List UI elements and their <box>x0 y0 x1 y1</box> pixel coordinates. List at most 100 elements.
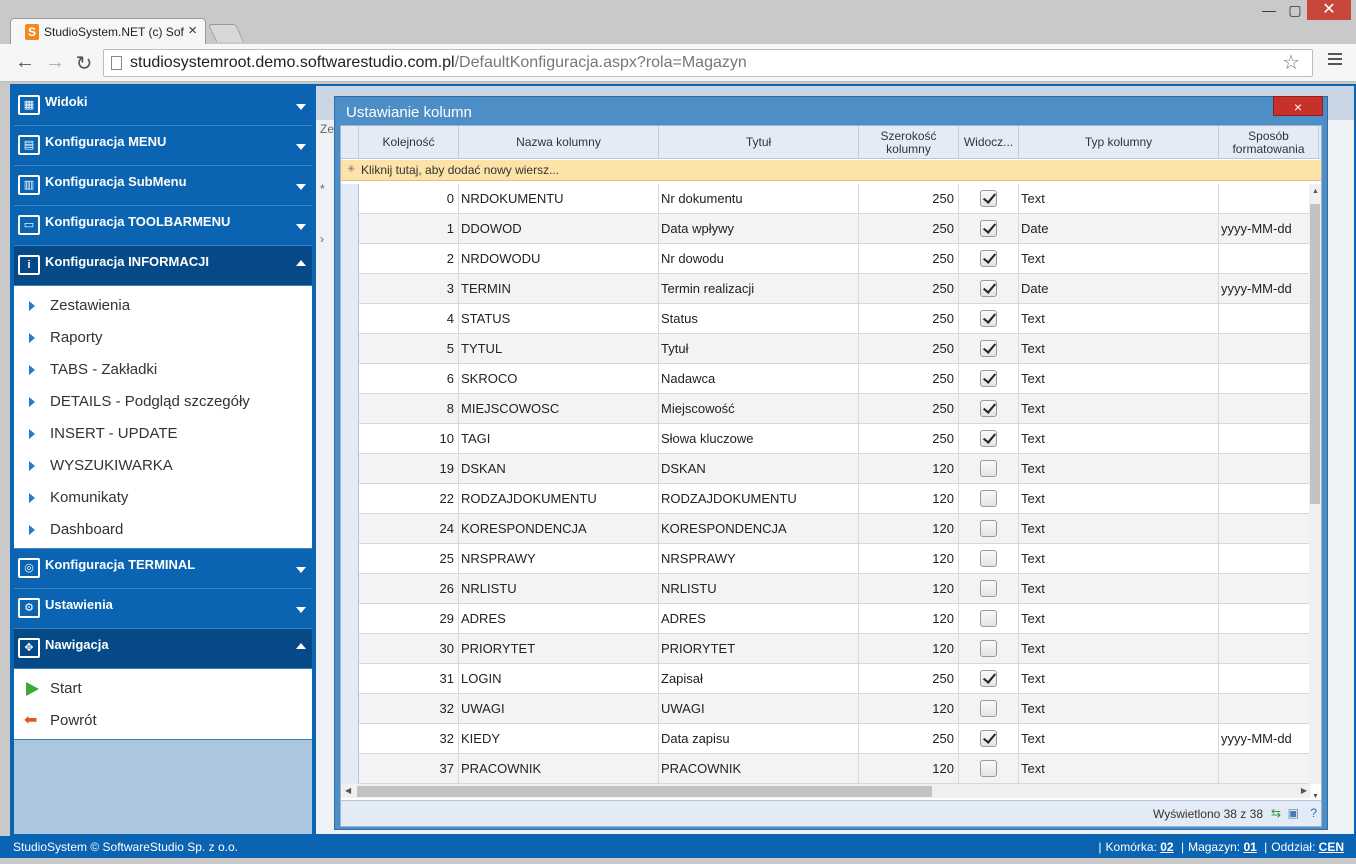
komorka-value[interactable]: 02 <box>1160 840 1173 854</box>
cell-sposob-formatowania[interactable] <box>1219 574 1319 604</box>
table-row[interactable]: 6 SKROCO Nadawca 250 Text <box>341 364 1319 394</box>
cell-typ-kolumny[interactable]: Text <box>1019 244 1219 274</box>
cell-sposob-formatowania[interactable] <box>1219 634 1319 664</box>
row-selector[interactable] <box>341 394 359 424</box>
export-icon[interactable]: ▣ <box>1288 806 1299 820</box>
cell-nazwa-kolumny[interactable]: PRACOWNIK <box>459 754 659 784</box>
horizontal-scroll-thumb[interactable] <box>357 786 932 797</box>
row-selector[interactable] <box>341 664 359 694</box>
visible-checkbox[interactable] <box>980 460 997 477</box>
cell-nazwa-kolumny[interactable]: PRIORYTET <box>459 634 659 664</box>
table-row[interactable]: 22 RODZAJDOKUMENTU RODZAJDOKUMENTU 120 Text <box>341 484 1319 514</box>
row-selector[interactable] <box>341 694 359 724</box>
cell-kolejnosc[interactable]: 26 <box>359 574 459 604</box>
cell-kolejnosc[interactable]: 37 <box>359 754 459 784</box>
scroll-down-icon[interactable]: ▼ <box>1312 793 1319 800</box>
cell-kolejnosc[interactable]: 19 <box>359 454 459 484</box>
table-row[interactable]: 0 NRDOKUMENTU Nr dokumentu 250 Text <box>341 184 1319 214</box>
cell-kolejnosc[interactable]: 22 <box>359 484 459 514</box>
cell-typ-kolumny[interactable]: Text <box>1019 544 1219 574</box>
sidebar-item-details[interactable]: DETAILS - Podgląd szczegóły <box>14 386 312 418</box>
browser-menu-icon[interactable] <box>1328 53 1342 68</box>
cell-typ-kolumny[interactable]: Date <box>1019 274 1219 304</box>
cell-nazwa-kolumny[interactable]: TAGI <box>459 424 659 454</box>
table-row[interactable]: 5 TYTUL Tytuł 250 Text <box>341 334 1319 364</box>
cell-typ-kolumny[interactable]: Text <box>1019 574 1219 604</box>
cell-szerokosc[interactable]: 120 <box>859 454 959 484</box>
cell-kolejnosc[interactable]: 5 <box>359 334 459 364</box>
cell-nazwa-kolumny[interactable]: LOGIN <box>459 664 659 694</box>
visible-checkbox[interactable] <box>980 760 997 777</box>
cell-typ-kolumny[interactable]: Text <box>1019 364 1219 394</box>
visible-checkbox[interactable] <box>980 580 997 597</box>
cell-kolejnosc[interactable]: 30 <box>359 634 459 664</box>
cell-szerokosc[interactable]: 250 <box>859 274 959 304</box>
cell-nazwa-kolumny[interactable]: ADRES <box>459 604 659 634</box>
cell-kolejnosc[interactable]: 2 <box>359 244 459 274</box>
cell-kolejnosc[interactable]: 29 <box>359 604 459 634</box>
cell-szerokosc[interactable]: 250 <box>859 304 959 334</box>
cell-szerokosc[interactable]: 250 <box>859 424 959 454</box>
help-icon[interactable]: ? <box>1310 806 1317 820</box>
cell-typ-kolumny[interactable]: Text <box>1019 754 1219 784</box>
cell-tytul[interactable]: NRSPRAWY <box>659 544 859 574</box>
cell-tytul[interactable]: Nr dowodu <box>659 244 859 274</box>
cell-szerokosc[interactable]: 120 <box>859 604 959 634</box>
header-nazwa-kolumny[interactable]: Nazwa kolumny <box>459 126 659 159</box>
row-selector[interactable] <box>341 364 359 394</box>
cell-typ-kolumny[interactable]: Text <box>1019 394 1219 424</box>
header-kolejnosc[interactable]: Kolejność <box>359 126 459 159</box>
scroll-up-icon[interactable]: ▲ <box>1312 188 1319 195</box>
table-row[interactable]: 29 ADRES ADRES 120 Text <box>341 604 1319 634</box>
cell-nazwa-kolumny[interactable]: NRDOWODU <box>459 244 659 274</box>
cell-szerokosc[interactable]: 250 <box>859 244 959 274</box>
visible-checkbox[interactable] <box>980 670 997 687</box>
back-icon[interactable]: ← <box>14 51 36 74</box>
table-row[interactable]: 30 PRIORYTET PRIORYTET 120 Text <box>341 634 1319 664</box>
cell-typ-kolumny[interactable]: Text <box>1019 634 1219 664</box>
row-selector[interactable] <box>341 544 359 574</box>
cell-sposob-formatowania[interactable] <box>1219 394 1319 424</box>
cell-nazwa-kolumny[interactable]: STATUS <box>459 304 659 334</box>
header-sposob-formatowania[interactable]: Sposób formatowania <box>1219 126 1319 159</box>
table-row[interactable]: 10 TAGI Słowa kluczowe 250 Text <box>341 424 1319 454</box>
cell-kolejnosc[interactable]: 3 <box>359 274 459 304</box>
cell-sposob-formatowania[interactable] <box>1219 544 1319 574</box>
cell-typ-kolumny[interactable]: Text <box>1019 664 1219 694</box>
row-selector[interactable] <box>341 484 359 514</box>
sidebar-item-raporty[interactable]: Raporty <box>14 322 312 354</box>
row-selector[interactable] <box>341 304 359 334</box>
cell-kolejnosc[interactable]: 24 <box>359 514 459 544</box>
maximize-icon[interactable]: ▢ <box>1282 2 1308 19</box>
cell-szerokosc[interactable]: 250 <box>859 724 959 754</box>
cell-tytul[interactable]: Słowa kluczowe <box>659 424 859 454</box>
window-close-icon[interactable]: ✕ <box>1307 0 1351 20</box>
cell-typ-kolumny[interactable]: Date <box>1019 214 1219 244</box>
cell-kolejnosc[interactable]: 31 <box>359 664 459 694</box>
table-row[interactable]: 37 PRACOWNIK PRACOWNIK 120 Text <box>341 754 1319 784</box>
visible-checkbox[interactable] <box>980 550 997 567</box>
scroll-left-icon[interactable]: ◀ <box>345 786 351 795</box>
sidebar-section-konfiguracja-submenu[interactable]: ▥ Konfiguracja SubMenu <box>14 166 312 206</box>
cell-nazwa-kolumny[interactable]: DSKAN <box>459 454 659 484</box>
visible-checkbox[interactable] <box>980 610 997 627</box>
cell-nazwa-kolumny[interactable]: KORESPONDENCJA <box>459 514 659 544</box>
table-row[interactable]: 32 UWAGI UWAGI 120 Text <box>341 694 1319 724</box>
table-row[interactable]: 31 LOGIN Zapisał 250 Text <box>341 664 1319 694</box>
cell-szerokosc[interactable]: 120 <box>859 484 959 514</box>
visible-checkbox[interactable] <box>980 190 997 207</box>
cell-nazwa-kolumny[interactable]: TERMIN <box>459 274 659 304</box>
cell-tytul[interactable]: Termin realizacji <box>659 274 859 304</box>
table-row[interactable]: 19 DSKAN DSKAN 120 Text <box>341 454 1319 484</box>
cell-typ-kolumny[interactable]: Text <box>1019 604 1219 634</box>
cell-szerokosc[interactable]: 120 <box>859 634 959 664</box>
scroll-right-icon[interactable]: ▶ <box>1301 786 1307 795</box>
sidebar-item-wyszukiwarka[interactable]: WYSZUKIWARKA <box>14 450 312 482</box>
cell-tytul[interactable]: Nr dokumentu <box>659 184 859 214</box>
add-new-row[interactable]: ✳ Kliknij tutaj, aby dodać nowy wiersz..… <box>341 160 1321 181</box>
row-selector[interactable] <box>341 244 359 274</box>
cell-sposob-formatowania[interactable] <box>1219 244 1319 274</box>
visible-checkbox[interactable] <box>980 730 997 747</box>
visible-checkbox[interactable] <box>980 490 997 507</box>
cell-kolejnosc[interactable]: 0 <box>359 184 459 214</box>
